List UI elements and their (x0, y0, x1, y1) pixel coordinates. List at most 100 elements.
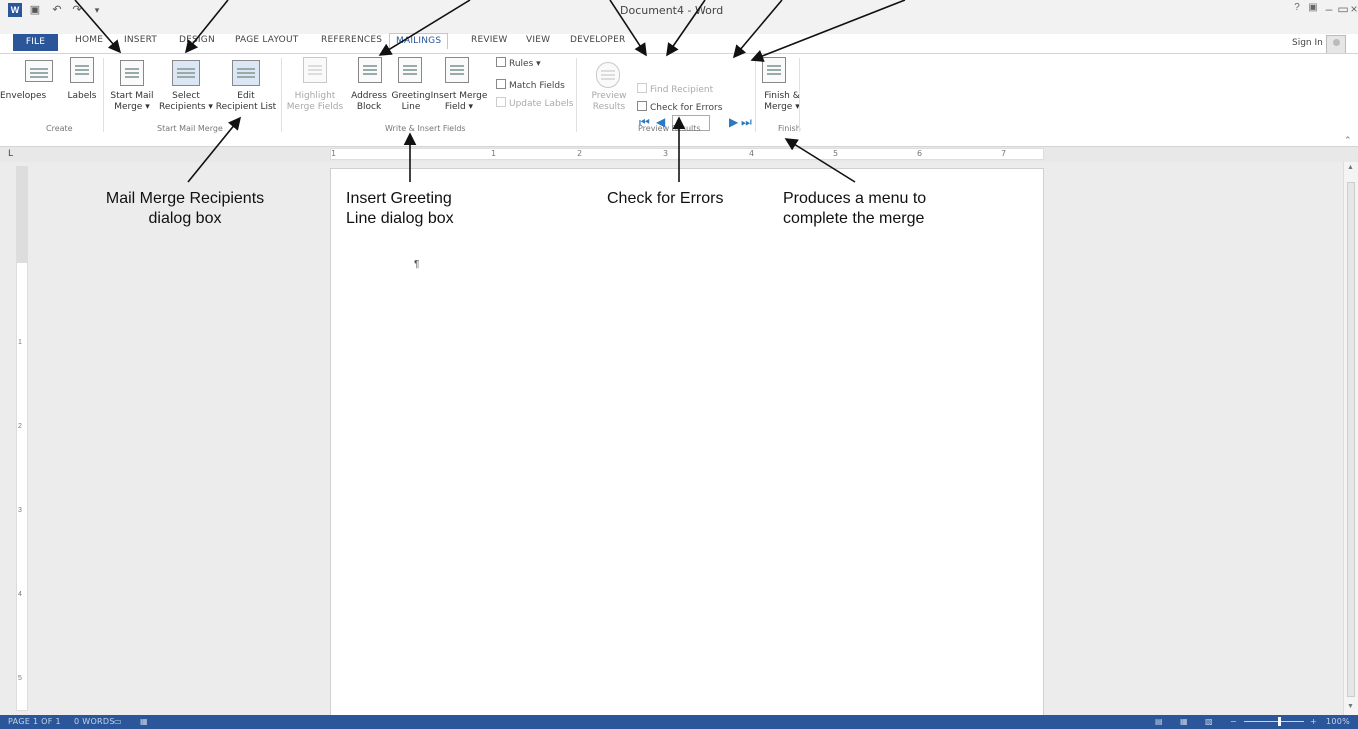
group-label-start-mail-merge: Start Mail Merge (157, 124, 223, 133)
edit-recipient-list-label-2: Recipient List (215, 102, 277, 112)
ruler-mark: 5 (833, 149, 839, 158)
start-mail-merge-label-1: Start Mail (110, 91, 154, 101)
address-block-icon (358, 57, 382, 83)
address-block-label-1: Address (351, 91, 387, 101)
finish-merge-button[interactable]: Finish & Merge ▾ (754, 91, 810, 113)
update-labels-button[interactable]: Update Labels (496, 97, 573, 109)
proofing-icon[interactable]: ▭ (114, 717, 122, 726)
status-bar: PAGE 1 OF 1 0 WORDS ▭ ▦ ▤ ▦ ▧ − + 100% (0, 715, 1358, 729)
update-labels-icon (496, 97, 506, 107)
callout-line: Insert Greeting (346, 190, 452, 207)
rules-icon (496, 57, 506, 67)
ruler-mark: 1 (18, 339, 22, 346)
preview-results-label-1: Preview (591, 91, 627, 101)
preview-results-button[interactable]: Preview Results (586, 91, 632, 113)
tab-references[interactable]: REFERENCES (321, 35, 382, 45)
greeting-line-icon (398, 57, 422, 83)
print-layout-icon[interactable]: ▦ (1180, 717, 1188, 726)
group-label-preview-results: Preview Results (638, 124, 701, 133)
save-icon[interactable]: ▣ (28, 3, 42, 17)
match-fields-label: Match Fields (509, 81, 565, 91)
next-record-icon[interactable]: ▶ (729, 116, 738, 128)
edit-recipient-list-button[interactable]: Edit Recipient List (214, 91, 278, 113)
preview-results-label-2: Results (592, 102, 626, 112)
page-count[interactable]: PAGE 1 OF 1 (8, 717, 61, 726)
ruler-mark: 6 (917, 149, 923, 158)
select-recipients-label-2: Recipients ▾ (159, 102, 213, 112)
last-record-icon[interactable]: ⏭ (741, 116, 752, 128)
web-layout-icon[interactable]: ▧ (1205, 717, 1213, 726)
ruler-mark: 1 (331, 149, 337, 158)
vertical-scrollbar[interactable]: ▲ ▼ (1343, 162, 1358, 715)
ruler-row: L 1 1 2 3 4 5 6 7 (0, 147, 1358, 162)
rules-label: Rules ▾ (509, 59, 541, 69)
scroll-down-icon[interactable]: ▼ (1347, 703, 1354, 710)
finish-merge-label-1: Finish & (764, 91, 800, 101)
horizontal-ruler[interactable]: 1 1 2 3 4 5 6 7 (330, 148, 1044, 160)
group-label-create: Create (46, 124, 73, 133)
highlight-merge-fields-button[interactable]: Highlight Merge Fields (284, 91, 346, 113)
select-recipients-button[interactable]: Select Recipients ▾ (156, 91, 216, 113)
tab-design[interactable]: DESIGN (179, 35, 215, 45)
address-block-button[interactable]: Address Block (346, 91, 392, 113)
customize-qat-icon[interactable]: ▾ (90, 3, 104, 17)
group-separator (576, 58, 577, 132)
tab-developer[interactable]: DEVELOPER (570, 35, 625, 45)
tab-file[interactable]: FILE (13, 34, 58, 51)
tab-insert[interactable]: INSERT (124, 35, 157, 45)
tab-view[interactable]: VIEW (526, 35, 550, 45)
collapse-ribbon-icon[interactable]: ⌃ (1344, 135, 1352, 146)
insert-merge-field-button[interactable]: Insert Merge Field ▾ (428, 91, 490, 113)
close-button[interactable]: × (1346, 2, 1358, 16)
ruler-mark: 7 (1001, 149, 1007, 158)
check-for-errors-button[interactable]: Check for Errors (637, 101, 722, 113)
ruler-mark: 2 (18, 423, 22, 430)
ruler-mark: 5 (18, 675, 22, 682)
tab-selector[interactable]: L (8, 149, 13, 159)
group-separator (799, 58, 800, 132)
callout-line: Line dialog box (346, 210, 454, 227)
zoom-level[interactable]: 100% (1326, 717, 1350, 726)
undo-icon[interactable]: ↶ (50, 3, 64, 17)
scroll-up-icon[interactable]: ▲ (1347, 164, 1354, 171)
find-recipient-label: Find Recipient (650, 85, 714, 95)
tab-home[interactable]: HOME (75, 35, 103, 45)
select-recipients-icon (172, 60, 200, 86)
ruler-mark: 3 (663, 149, 669, 158)
tab-mailings[interactable]: MAILINGS (389, 33, 449, 49)
edit-recipient-list-icon (232, 60, 260, 86)
rules-button[interactable]: Rules ▾ (496, 57, 541, 69)
word-count[interactable]: 0 WORDS (74, 717, 115, 726)
macro-recording-icon[interactable]: ▦ (140, 717, 148, 726)
redo-icon[interactable]: ↷ (70, 3, 84, 17)
find-recipient-button[interactable]: Find Recipient (637, 83, 713, 95)
finish-merge-icon (762, 57, 786, 83)
avatar[interactable] (1326, 35, 1346, 54)
insert-merge-field-label-2: Field ▾ (444, 102, 474, 112)
ruler-mark: 2 (577, 149, 583, 158)
help-button[interactable]: ? (1289, 2, 1305, 13)
ribbon-display-options-icon[interactable]: ▣ (1305, 2, 1321, 13)
ribbon: Envelopes Labels Create Start Mail Merge… (0, 53, 1358, 147)
vertical-ruler[interactable]: 1 2 3 4 5 (16, 166, 28, 711)
read-mode-icon[interactable]: ▤ (1155, 717, 1163, 726)
document-page[interactable]: ¶ (330, 168, 1044, 718)
zoom-out-icon[interactable]: − (1230, 717, 1237, 726)
zoom-in-icon[interactable]: + (1310, 717, 1317, 726)
highlight-merge-fields-icon (303, 57, 327, 83)
envelopes-button[interactable]: Envelopes (0, 91, 46, 102)
start-mail-merge-icon (120, 60, 144, 86)
zoom-slider-thumb[interactable] (1278, 717, 1281, 726)
tab-page-layout[interactable]: PAGE LAYOUT (235, 35, 298, 45)
word-app-icon[interactable]: W (8, 3, 22, 17)
tab-review[interactable]: REVIEW (471, 35, 508, 45)
check-for-errors-icon (637, 101, 647, 111)
match-fields-button[interactable]: Match Fields (496, 79, 565, 91)
callout-line: Produces a menu to (783, 190, 927, 207)
ruler-mark: 4 (749, 149, 755, 158)
scrollbar-thumb[interactable] (1347, 182, 1355, 697)
labels-button[interactable]: Labels (63, 91, 101, 102)
zoom-slider[interactable] (1244, 721, 1304, 722)
start-mail-merge-button[interactable]: Start Mail Merge ▾ (104, 91, 160, 113)
sign-in-link[interactable]: Sign In ▾ (1292, 38, 1330, 48)
